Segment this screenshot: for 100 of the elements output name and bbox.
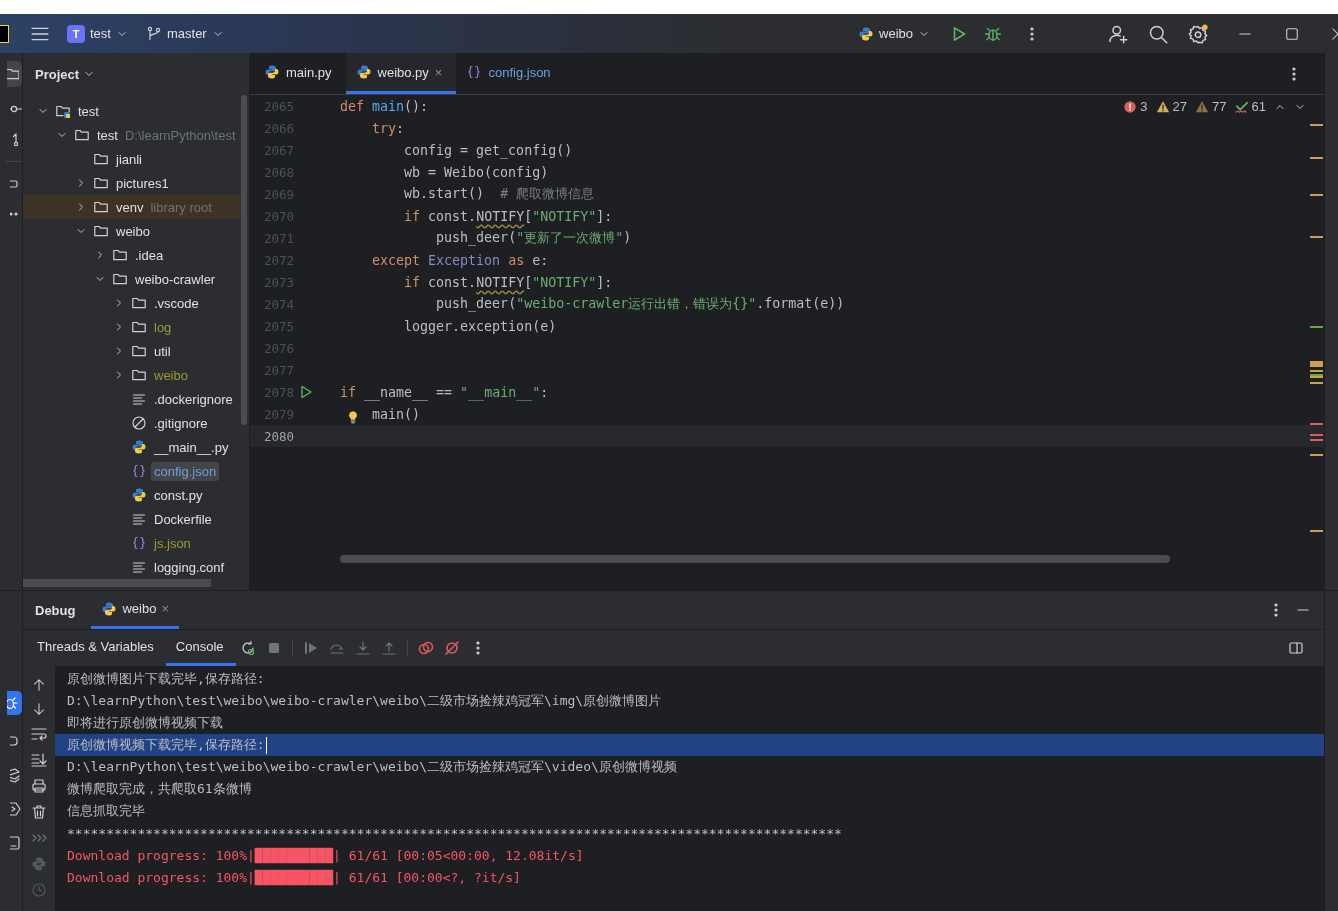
- run-config-selector[interactable]: weibo: [852, 21, 936, 46]
- console-line: 即将进行原创微博视频下载: [67, 714, 223, 732]
- code-line: try:: [372, 120, 405, 136]
- tree-item[interactable]: weibo: [113, 221, 153, 241]
- tree-item[interactable]: log: [151, 317, 175, 337]
- trash-icon[interactable]: [31, 804, 47, 820]
- python-icon: [264, 64, 280, 80]
- soft-wrap-icon[interactable]: [31, 726, 47, 742]
- close-icon[interactable]: ×: [434, 64, 443, 80]
- code-line: config = get_config(): [404, 142, 573, 158]
- step-out-icon[interactable]: [380, 640, 397, 656]
- tree-item[interactable]: .vscode: [151, 293, 202, 313]
- text-file-icon: [131, 391, 147, 407]
- tree-item[interactable]: pictures1: [113, 173, 172, 193]
- mute-breakpoints-icon[interactable]: [443, 640, 460, 656]
- tree-item[interactable]: config.json: [151, 461, 220, 481]
- tree-item[interactable]: Dockerfile: [151, 509, 215, 529]
- session-tab[interactable]: weibo ×: [91, 591, 179, 629]
- console-line: 微博爬取完成，共爬取61条微博: [67, 780, 252, 798]
- tree-item[interactable]: weibo: [151, 365, 191, 385]
- branch-selector[interactable]: master: [139, 21, 230, 46]
- debug-tab[interactable]: Threads & Variables: [27, 630, 166, 666]
- folder-icon: [131, 367, 147, 383]
- search-icon[interactable]: [1148, 23, 1168, 44]
- print-icon[interactable]: [31, 778, 47, 794]
- code-line: wb.start() # 爬取微博信息: [404, 186, 595, 201]
- project-selector[interactable]: T test: [61, 20, 134, 47]
- scrollbar[interactable]: [23, 579, 211, 587]
- python-icon: [858, 25, 875, 42]
- scrollbar[interactable]: [340, 555, 1170, 563]
- folder-icon: [93, 223, 109, 239]
- tree-item[interactable]: test: [94, 125, 121, 145]
- editor-tab[interactable]: main.py: [254, 53, 346, 94]
- scroll-to-end-icon[interactable]: [31, 752, 47, 768]
- rerun-icon[interactable]: [239, 640, 256, 656]
- module-folder-icon: [55, 103, 71, 119]
- services-icon[interactable]: [10, 801, 22, 817]
- python-icon: [355, 64, 372, 80]
- python-icon: [131, 487, 147, 503]
- breakpoints-icon[interactable]: [417, 640, 434, 656]
- inspection-counter[interactable]: 77: [1195, 99, 1227, 114]
- inspection-counter[interactable]: 3: [1123, 99, 1148, 114]
- editor-tab[interactable]: config.json: [456, 53, 565, 94]
- panel-title: Debug: [35, 601, 76, 620]
- editor-tab[interactable]: weibo.py ×: [345, 53, 457, 94]
- line-number: 2080: [262, 428, 294, 444]
- text-file-icon: [131, 511, 147, 527]
- branch-icon: [145, 25, 162, 42]
- inspection-counter[interactable]: 61: [1234, 99, 1266, 114]
- code-line: except Exception as e:: [372, 252, 549, 268]
- maximize-icon[interactable]: [1285, 26, 1299, 41]
- code-line: push_deer("weibo-crawler运行出错，错误为{}".format(e)): [436, 296, 845, 311]
- tree-item[interactable]: js.json: [151, 533, 194, 553]
- folder-icon: [131, 295, 147, 311]
- tree-item[interactable]: __main__.py: [151, 437, 232, 457]
- console-line: 原创微博视频下载完毕,保存路径:: [67, 736, 265, 754]
- project-panel-title[interactable]: Project: [35, 66, 80, 82]
- console-line: ***************************************************************************************************: [67, 825, 842, 841]
- settings-icon[interactable]: [1188, 23, 1208, 44]
- arrow-up-icon[interactable]: [32, 678, 46, 692]
- scrollbar[interactable]: [241, 95, 247, 425]
- layout-icon[interactable]: [1288, 640, 1304, 656]
- folder-icon: [112, 271, 128, 287]
- console-line: D:\learnPython\test\weibo\weibo-crawler\weibo\二级市场捡辣鸡冠军\img\原创微博图片: [67, 692, 662, 710]
- tree-item[interactable]: .idea: [132, 245, 167, 265]
- add-user-icon[interactable]: [1108, 23, 1128, 44]
- arrow-down-icon[interactable]: [32, 702, 46, 716]
- tree-item[interactable]: logging.conf: [151, 557, 228, 577]
- tree-item[interactable]: .gitignore: [151, 413, 211, 433]
- project-badge: T: [67, 24, 85, 43]
- tree-item[interactable]: util: [151, 341, 174, 361]
- step-into-icon[interactable]: [354, 640, 371, 656]
- folder-icon: [74, 127, 90, 143]
- folder-icon[interactable]: [7, 66, 19, 82]
- ignore-file-icon: [131, 415, 147, 431]
- tree-item[interactable]: weibo-crawler: [132, 269, 219, 289]
- warning-icon: [1155, 99, 1170, 114]
- layers-icon[interactable]: [10, 767, 22, 783]
- tree-item[interactable]: venv: [113, 197, 147, 217]
- console-line: D:\learnPython\test\weibo\weibo-crawler\weibo\二级市场捡辣鸡冠军\video\原创微博视频: [67, 758, 677, 776]
- tree-item[interactable]: jianli: [113, 149, 145, 169]
- code-line: if const.NOTIFY["NOTIFY"]:: [404, 208, 613, 224]
- tree-item[interactable]: test: [75, 101, 102, 121]
- inspection-counter[interactable]: 27: [1155, 99, 1188, 114]
- run-icon[interactable]: [298, 384, 314, 400]
- close-icon[interactable]: ×: [161, 601, 169, 616]
- python-icon: [131, 439, 147, 455]
- debug-icon[interactable]: [7, 695, 19, 711]
- error-icon: [1123, 99, 1138, 114]
- folder-icon: [131, 319, 147, 335]
- tree-item[interactable]: .dockerignore: [151, 389, 236, 409]
- tree-item[interactable]: const.py: [151, 485, 206, 505]
- code-line: def main():: [340, 98, 429, 114]
- app-logo-icon[interactable]: [0, 24, 9, 43]
- python-icon: [101, 600, 118, 617]
- lightbulb-icon[interactable]: [346, 408, 360, 425]
- resume-icon[interactable]: [302, 640, 319, 656]
- code-line: logger.exception(e): [404, 318, 557, 334]
- json-icon: [131, 535, 147, 551]
- warning-icon: [1195, 99, 1210, 114]
